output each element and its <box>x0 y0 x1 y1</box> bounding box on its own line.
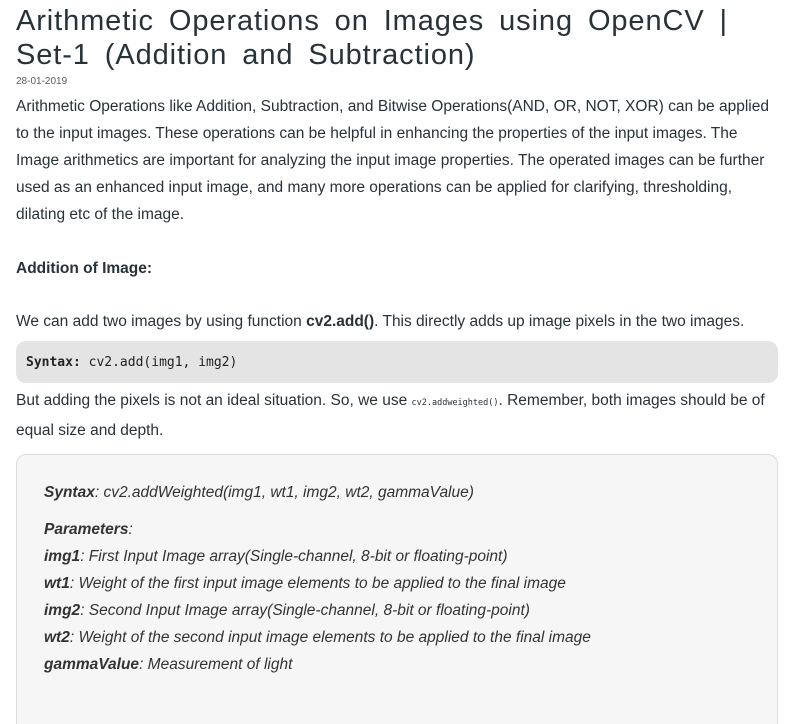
weighted-paragraph: But adding the pixels is not an ideal si… <box>16 387 778 444</box>
param-desc: : Second Input Image array(Single-channe… <box>80 602 530 619</box>
publish-date: 28-01-2019 <box>16 76 68 87</box>
param-desc: : Measurement of light <box>139 656 293 673</box>
weighted-syntax-line: Syntax: cv2.addWeighted(img1, wt1, img2,… <box>44 479 750 506</box>
param-row: wt1: Weight of the first input image ele… <box>44 570 750 597</box>
param-row: gammaValue: Measurement of light <box>44 651 750 678</box>
param-name: img1 <box>44 548 81 565</box>
parameters-heading: Parameters: <box>44 516 750 543</box>
param-desc: : First Input Image array(Single-channel… <box>80 548 508 565</box>
add-weighted-syntax-box: Syntax: cv2.addWeighted(img1, wt1, img2,… <box>16 454 778 724</box>
add-syntax-label: Syntax: <box>26 354 81 370</box>
param-row: img1: First Input Image array(Single-cha… <box>44 543 750 570</box>
add-syntax-code-block: Syntax: cv2.add(img1, img2) <box>16 341 778 383</box>
article-title: Arithmetic Operations on Images using Op… <box>16 5 728 71</box>
addition-function-name: cv2.add() <box>306 313 375 330</box>
param-name: img2 <box>44 602 81 619</box>
addition-heading: Addition of Image: <box>16 260 153 277</box>
addition-paragraph: We can add two images by using function … <box>16 308 778 335</box>
addition-text-after: . This directly adds up image pixels in … <box>374 313 745 330</box>
addition-text-before: We can add two images by using function <box>16 313 307 330</box>
param-name: wt2 <box>44 629 70 646</box>
add-syntax-code: cv2.add(img1, img2) <box>80 354 238 370</box>
param-name: gammaValue <box>44 656 140 673</box>
param-desc: : Weight of the first input image elemen… <box>69 575 566 592</box>
param-row: wt2: Weight of the second input image el… <box>44 624 750 651</box>
param-desc: : Weight of the second input image eleme… <box>69 629 591 646</box>
intro-paragraph: Arithmetic Operations like Addition, Sub… <box>16 98 769 223</box>
param-name: wt1 <box>44 575 70 592</box>
parameters-colon: : <box>128 521 133 538</box>
parameters-label: Parameters <box>44 521 129 538</box>
weighted-inline-code: cv2.addweighted() <box>411 398 499 408</box>
param-row: img2: Second Input Image array(Single-ch… <box>44 597 750 624</box>
weighted-syntax-text: : cv2.addWeighted(img1, wt1, img2, wt2, … <box>94 484 474 501</box>
article: Arithmetic Operations on Images using Op… <box>16 0 778 724</box>
weighted-syntax-label: Syntax <box>44 484 95 501</box>
weighted-text-before: But adding the pixels is not an ideal si… <box>16 392 412 409</box>
